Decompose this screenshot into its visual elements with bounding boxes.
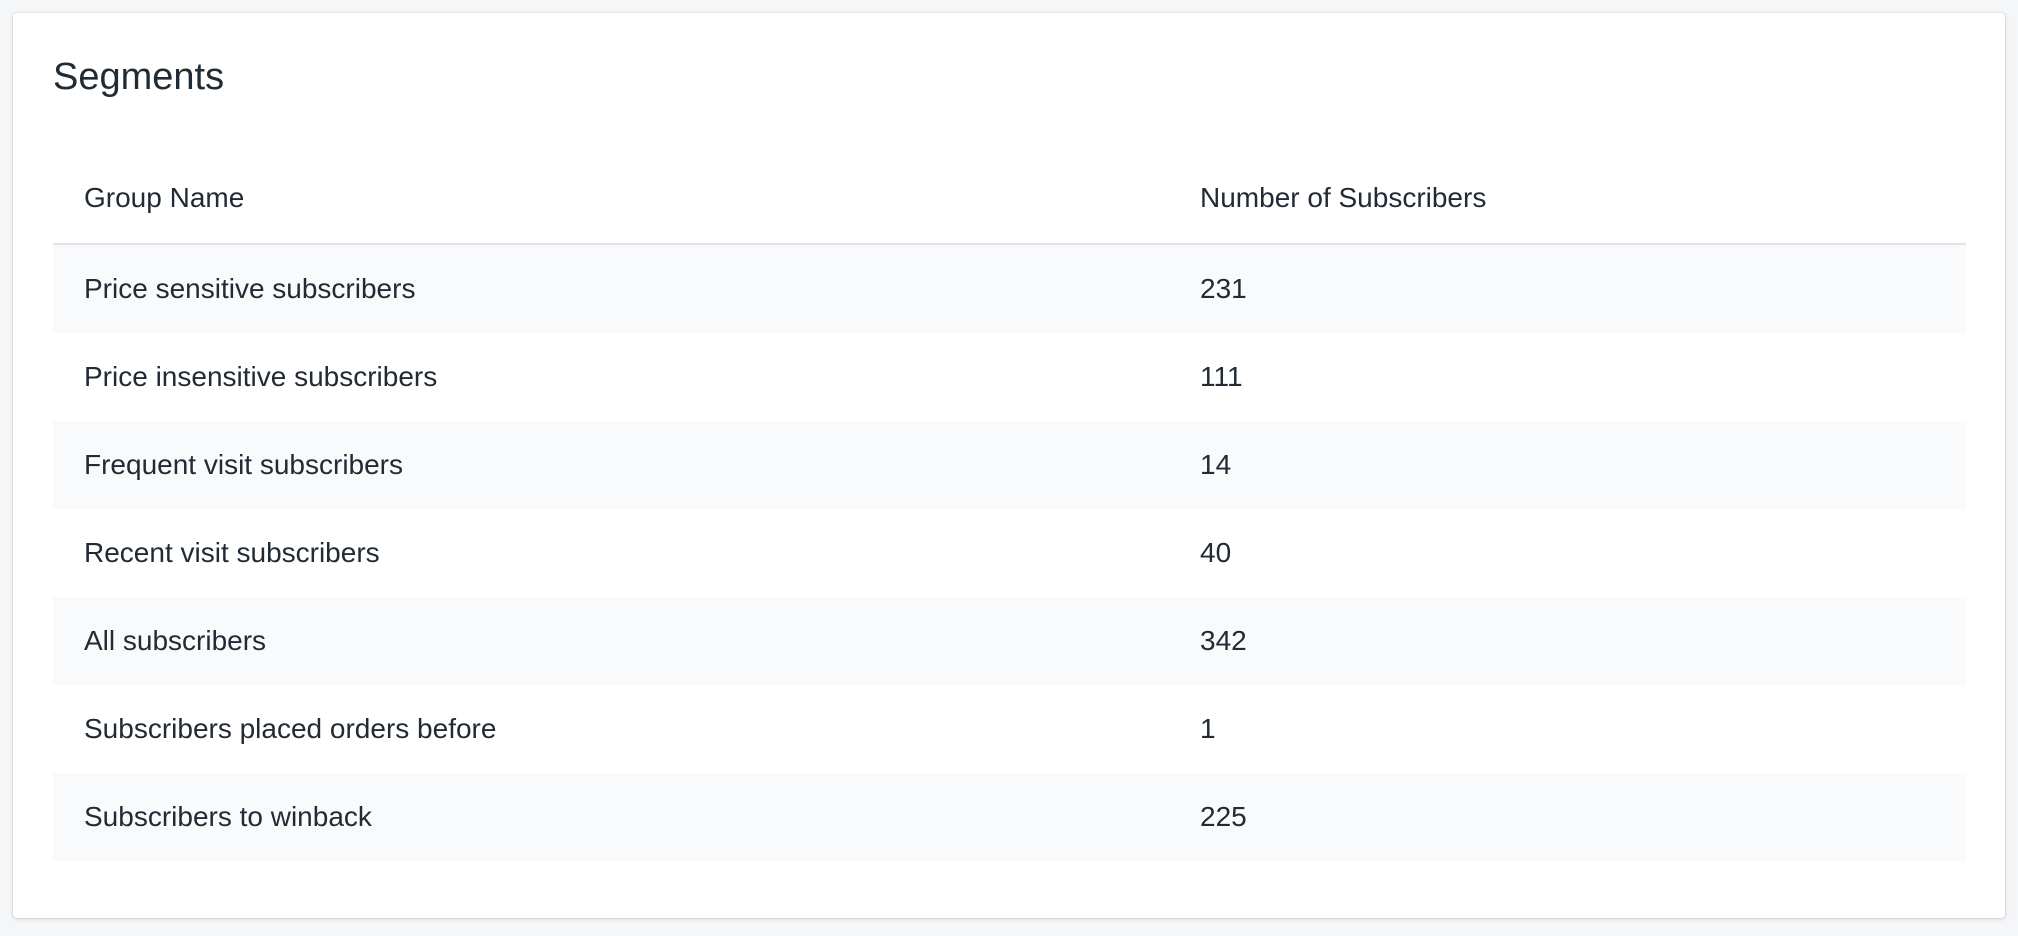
group-name-cell: All subscribers <box>84 625 267 657</box>
subscriber-count-cell: 111 <box>1200 361 1243 393</box>
subscriber-count-cell: 14 <box>1200 449 1232 481</box>
subscriber-count-cell: 231 <box>1200 273 1247 305</box>
table-row[interactable]: Subscribers to winback 225 <box>53 773 1966 861</box>
table-row[interactable]: Price insensitive subscribers 111 <box>53 333 1966 421</box>
subscriber-count-cell: 40 <box>1200 537 1232 569</box>
group-name-cell: Subscribers to winback <box>84 801 372 833</box>
subscriber-count-cell: 342 <box>1200 625 1247 657</box>
table-row[interactable]: Price sensitive subscribers 231 <box>53 245 1966 333</box>
column-header-group-name: Group Name <box>84 182 245 214</box>
subscriber-count-cell: 1 <box>1200 713 1216 745</box>
segments-card: Segments Group Name Number of Subscriber… <box>13 13 2005 918</box>
segments-table: Group Name Number of Subscribers Price s… <box>53 153 1966 861</box>
table-row[interactable]: All subscribers 342 <box>53 597 1966 685</box>
subscriber-count-cell: 225 <box>1200 801 1247 833</box>
group-name-cell: Subscribers placed orders before <box>84 713 497 745</box>
table-row[interactable]: Subscribers placed orders before 1 <box>53 685 1966 773</box>
table-header: Group Name Number of Subscribers <box>53 153 1966 245</box>
group-name-cell: Price insensitive subscribers <box>84 361 438 393</box>
table-row[interactable]: Recent visit subscribers 40 <box>53 509 1966 597</box>
group-name-cell: Price sensitive subscribers <box>84 273 416 305</box>
table-row[interactable]: Frequent visit subscribers 14 <box>53 421 1966 509</box>
column-header-subscribers: Number of Subscribers <box>1200 182 1487 214</box>
card-title: Segments <box>53 56 225 98</box>
group-name-cell: Recent visit subscribers <box>84 537 380 569</box>
group-name-cell: Frequent visit subscribers <box>84 449 404 481</box>
